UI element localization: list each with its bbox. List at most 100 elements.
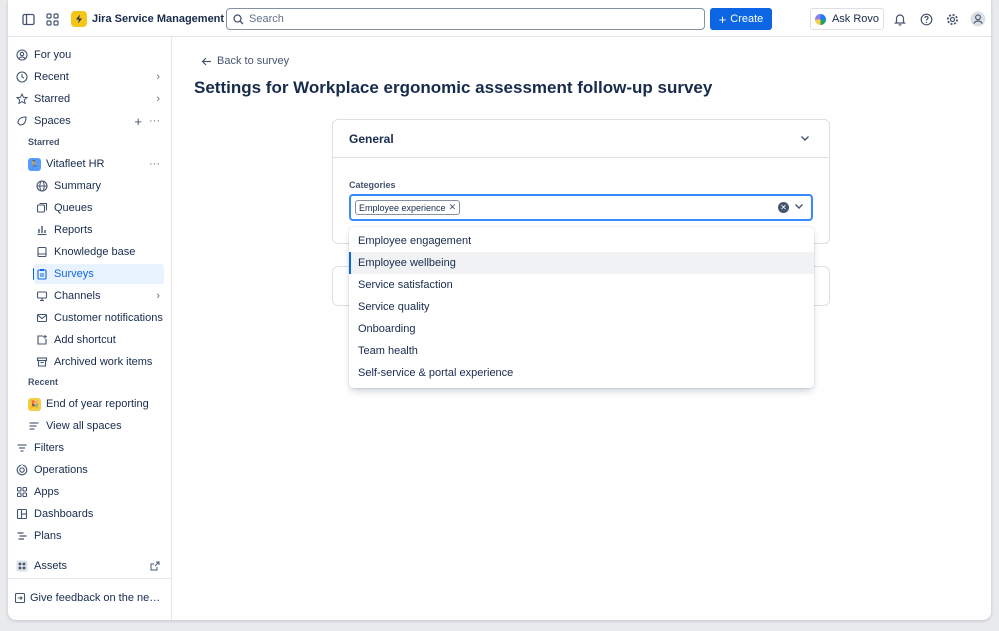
sidebar-item-label: Dashboards	[34, 508, 94, 520]
dropdown-option[interactable]: Team health	[349, 340, 814, 362]
user-avatar[interactable]	[966, 7, 990, 31]
sidebar-item-label: End of year reporting	[46, 398, 149, 410]
sidebar-item-plans[interactable]: Plans	[14, 526, 164, 546]
operations-icon	[14, 462, 30, 478]
chevron-right-icon: ›	[156, 71, 160, 83]
sidebar-item-label: Operations	[34, 464, 88, 476]
ask-rovo-button[interactable]: Ask Rovo	[810, 8, 884, 30]
sidebar-item-channels[interactable]: Channels ›	[34, 286, 164, 306]
top-navigation-bar: Jira Service Management Search + Create …	[8, 0, 991, 37]
sidebar-item-knowledge-base[interactable]: Knowledge base	[34, 242, 164, 262]
envelope-icon	[34, 310, 50, 326]
sidebar-item-queues[interactable]: Queues	[34, 198, 164, 218]
sidebar-item-label: Surveys	[54, 268, 94, 280]
archive-icon	[34, 354, 50, 370]
page-title: Settings for Workplace ergonomic assessm…	[194, 78, 713, 97]
chevron-down-icon[interactable]	[793, 200, 805, 212]
sidebar-item-label: Filters	[34, 442, 64, 454]
app-switcher-icon[interactable]	[40, 7, 64, 31]
chevron-down-icon[interactable]	[799, 132, 811, 144]
sidebar-item-recent[interactable]: Recent ›	[14, 67, 164, 87]
clipboard-icon	[34, 266, 50, 282]
sidebar-item-apps[interactable]: Apps	[14, 482, 164, 502]
sidebar-item-reports[interactable]: Reports	[34, 220, 164, 240]
sidebar-item-operations[interactable]: Operations	[14, 460, 164, 480]
dropdown-option-highlighted[interactable]: Employee wellbeing	[349, 252, 814, 274]
sidebar-item-spaces[interactable]: Spaces + ···	[14, 111, 164, 131]
bar-chart-icon	[34, 222, 50, 238]
sidebar-item-starred[interactable]: Starred ›	[14, 89, 164, 109]
sidebar-item-label: Spaces	[34, 115, 71, 127]
external-link-icon	[150, 561, 160, 571]
jira-logo-icon	[71, 11, 87, 27]
sidebar-item-label: Archived work items	[54, 356, 153, 368]
sidebar-item-label: Channels	[54, 290, 101, 302]
sidebar-item-filters[interactable]: Filters	[14, 438, 164, 458]
sidebar-item-label: Apps	[34, 486, 60, 498]
sidebar-project-vitafleet-hr[interactable]: 🏃 Vitafleet HR ···	[26, 154, 164, 174]
sidebar-item-label: Recent	[34, 71, 69, 83]
clock-icon	[14, 69, 30, 85]
feedback-icon	[14, 590, 26, 606]
sidebar-item-label: Give feedback on the new navigation	[30, 592, 164, 604]
sidebar-recent-item[interactable]: 🎉 End of year reporting	[26, 394, 164, 414]
more-options-icon[interactable]: ···	[149, 115, 160, 127]
back-to-survey-link[interactable]: Back to survey	[201, 55, 289, 67]
sidebar-item-give-feedback[interactable]: Give feedback on the new navigation	[14, 588, 164, 608]
tag-label: Employee experience	[359, 202, 446, 213]
sidebar-item-assets[interactable]: Assets	[14, 556, 164, 576]
sidebar-item-label: Starred	[34, 93, 71, 105]
star-icon	[14, 91, 30, 107]
notifications-bell-icon[interactable]	[888, 7, 912, 31]
clear-selection-icon[interactable]: ✕	[778, 202, 789, 213]
sidebar-item-label: Knowledge base	[54, 246, 136, 258]
sidebar-item-label: Add shortcut	[54, 334, 116, 346]
project-name: Vitafleet HR	[46, 158, 105, 170]
help-icon[interactable]	[914, 7, 938, 31]
list-icon	[26, 418, 42, 434]
sidebar-item-label: Summary	[54, 180, 102, 192]
sidebar-item-add-shortcut[interactable]: Add shortcut	[34, 330, 164, 350]
sidebar-item-label: Plans	[34, 530, 62, 542]
chevron-right-icon: ›	[156, 93, 160, 105]
settings-gear-icon[interactable]	[940, 7, 964, 31]
section-label-starred: Starred	[28, 137, 60, 147]
general-section-title: General	[349, 131, 394, 146]
sidebar-divider	[8, 578, 172, 579]
remove-tag-icon[interactable]: ✕	[449, 202, 457, 213]
sidebar-item-view-all-spaces[interactable]: View all spaces	[26, 416, 164, 436]
sidebar-item-dashboards[interactable]: Dashboards	[14, 504, 164, 524]
selected-category-tag: Employee experience ✕	[355, 200, 461, 215]
section-label-recent: Recent	[28, 377, 59, 387]
topbar-right-icons	[888, 7, 990, 31]
monitor-icon	[34, 288, 50, 304]
sidebar-item-for-you[interactable]: For you	[14, 45, 164, 65]
app-logo-link[interactable]: Jira Service Management	[71, 11, 224, 27]
sidebar-item-label: For you	[34, 49, 72, 61]
plus-icon: +	[718, 11, 727, 27]
sidebar-item-label: Customer notifications	[54, 312, 163, 324]
categories-select[interactable]: Employee experience ✕ ✕	[349, 194, 813, 221]
sidebar-toggle-icon[interactable]	[16, 7, 40, 31]
dropdown-option[interactable]: Onboarding	[349, 318, 814, 340]
project-avatar: 🏃	[27, 157, 41, 171]
sidebar-item-surveys[interactable]: Surveys	[34, 264, 164, 284]
dropdown-option[interactable]: Service quality	[349, 296, 814, 318]
more-options-icon[interactable]: ···	[149, 158, 160, 170]
add-space-icon[interactable]: +	[134, 114, 142, 129]
spaces-icon	[14, 113, 30, 129]
dropdown-option[interactable]: Self-service & portal experience	[349, 362, 814, 384]
sidebar-item-customer-notifications[interactable]: Customer notifications	[34, 308, 164, 328]
add-shortcut-icon	[34, 332, 50, 348]
dropdown-option[interactable]: Service satisfaction	[349, 274, 814, 296]
categories-dropdown-menu: Employee engagement Employee wellbeing S…	[349, 227, 814, 388]
create-button[interactable]: + Create	[710, 8, 772, 30]
general-section-header[interactable]: General	[333, 120, 829, 158]
book-icon	[34, 244, 50, 260]
dropdown-option[interactable]: Employee engagement	[349, 230, 814, 252]
search-input[interactable]: Search	[226, 8, 705, 30]
sidebar-item-archived-work-items[interactable]: Archived work items	[34, 352, 164, 372]
sidebar-item-summary[interactable]: Summary	[34, 176, 164, 196]
dashboard-icon	[14, 506, 30, 522]
ask-rovo-label: Ask Rovo	[831, 13, 880, 25]
